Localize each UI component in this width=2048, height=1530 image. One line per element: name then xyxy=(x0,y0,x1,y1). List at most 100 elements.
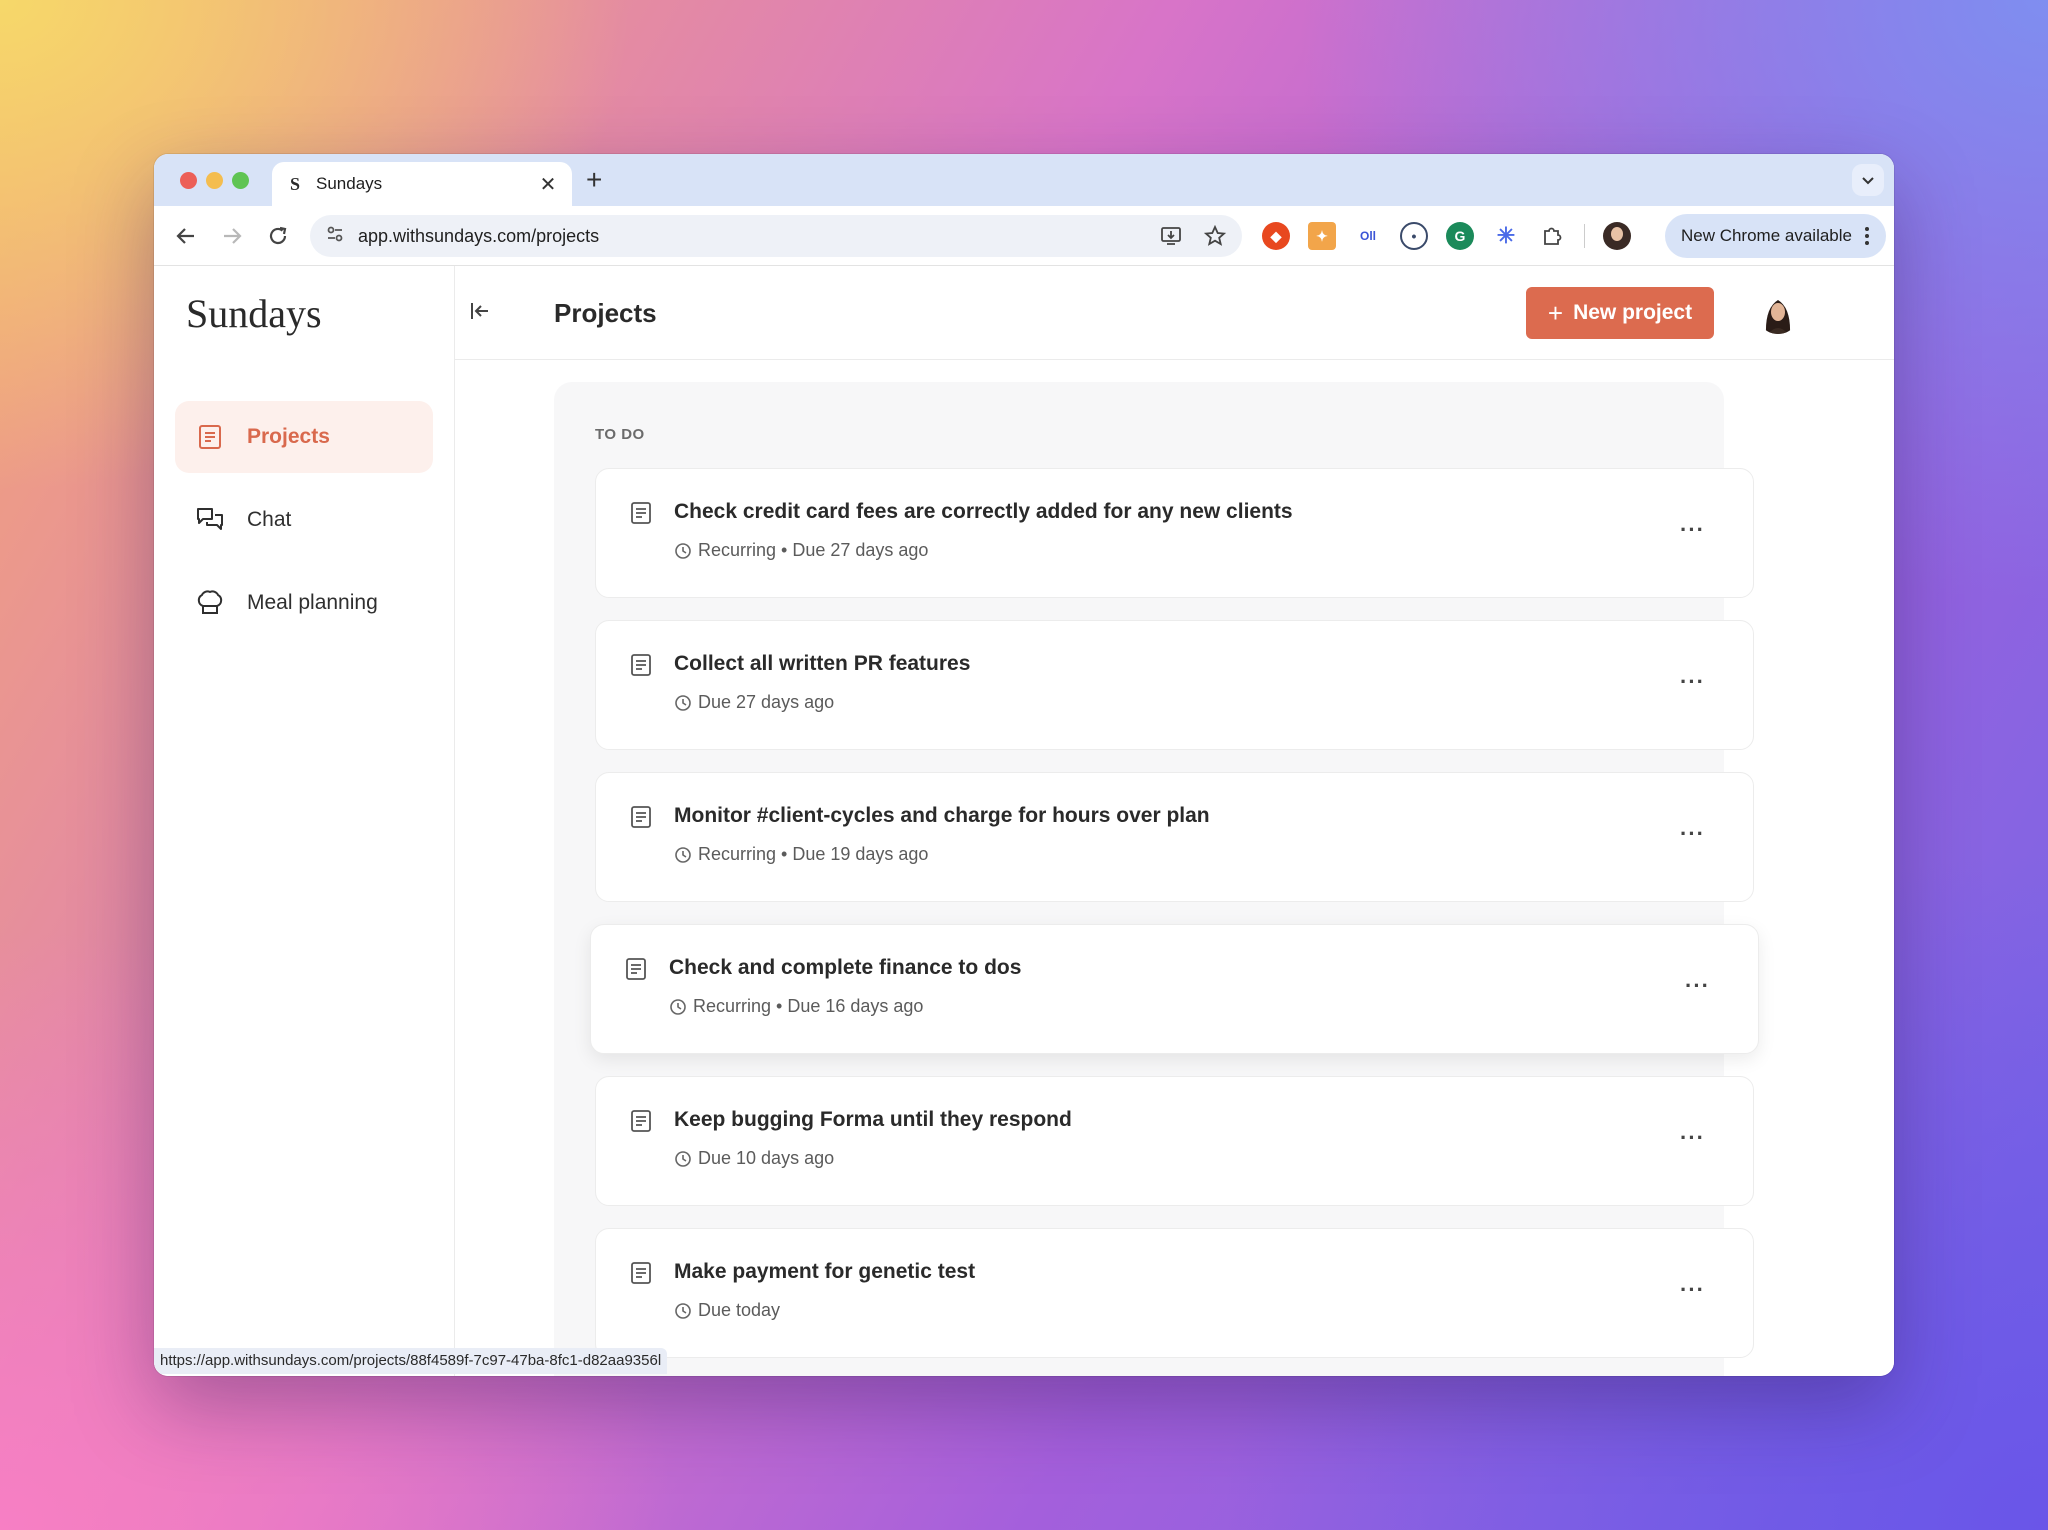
tab-search-button[interactable] xyxy=(1852,164,1884,196)
page-header: Projects + New project xyxy=(455,266,1894,360)
card-menu-button[interactable]: ··· xyxy=(1680,517,1705,543)
card-menu-button[interactable]: ··· xyxy=(1685,973,1710,999)
chat-icon xyxy=(195,505,225,535)
new-project-button[interactable]: + New project xyxy=(1526,287,1714,339)
project-card[interactable]: Monitor #client-cycles and charge for ho… xyxy=(595,772,1754,902)
update-label: New Chrome available xyxy=(1680,226,1852,245)
browser-window: S Sundays ✕ + app.withsundays.com/projec… xyxy=(154,154,1894,1376)
grammarly-icon[interactable]: G xyxy=(1446,222,1474,250)
address-bar[interactable]: app.withsundays.com/projects xyxy=(310,215,1242,257)
sidebar-item-chat[interactable]: Chat xyxy=(175,484,433,556)
browser-toolbar: app.withsundays.com/projects ◆ ✦ Oll • G… xyxy=(154,206,1894,266)
profile-avatar[interactable] xyxy=(1603,222,1631,250)
clock-icon xyxy=(675,542,691,559)
document-icon xyxy=(195,422,225,452)
metamask-icon[interactable]: ✦ xyxy=(1308,222,1336,250)
card-meta: Due today xyxy=(674,1300,780,1321)
card-title: Check credit card fees are correctly add… xyxy=(674,500,1293,523)
extensions-row: ◆ ✦ Oll • G ✳ xyxy=(1262,222,1631,250)
main-content: Projects + New project TO DO Check credi… xyxy=(455,266,1894,1376)
card-meta: Recurring • Due 16 days ago xyxy=(669,996,923,1017)
project-card[interactable]: Keep bugging Forma until they respond Du… xyxy=(595,1076,1754,1206)
collapse-sidebar-button[interactable] xyxy=(469,300,495,326)
card-title: Keep bugging Forma until they respond xyxy=(674,1108,1072,1131)
clock-icon xyxy=(675,1150,691,1167)
card-meta-text: Recurring • Due 19 days ago xyxy=(698,844,929,864)
collapse-sidebar-icon xyxy=(471,303,488,319)
ublock-icon[interactable]: ◆ xyxy=(1262,222,1290,250)
update-chrome-button[interactable]: New Chrome available xyxy=(1664,214,1886,258)
sidebar-item-projects[interactable]: Projects xyxy=(175,401,433,473)
url-text[interactable]: app.withsundays.com/projects xyxy=(358,226,1160,247)
clock-icon xyxy=(675,694,691,711)
clock-icon xyxy=(675,1302,691,1319)
todo-board: TO DO Check credit card fees are correct… xyxy=(554,382,1759,1376)
arrow-left-icon xyxy=(176,228,194,244)
card-title: Check and complete finance to dos xyxy=(669,956,1022,979)
arrow-right-icon xyxy=(224,228,242,244)
minimize-window-button[interactable] xyxy=(206,172,223,189)
card-meta: Due 27 days ago xyxy=(674,692,834,713)
sidebar-item-meal-planning[interactable]: Meal planning xyxy=(175,567,433,639)
clock-icon xyxy=(670,998,686,1015)
document-icon xyxy=(629,1109,653,1133)
page-title: Projects xyxy=(554,298,657,328)
clock-icon xyxy=(675,846,691,863)
reload-icon xyxy=(269,226,287,245)
card-meta-text: Due 10 days ago xyxy=(698,1148,835,1168)
link-status-bar: https://app.withsundays.com/projects/88f… xyxy=(154,1348,668,1374)
user-avatar[interactable] xyxy=(1756,290,1800,334)
maximize-window-button[interactable] xyxy=(232,172,249,189)
browser-tab[interactable]: S Sundays ✕ xyxy=(272,162,572,206)
card-menu-button[interactable]: ··· xyxy=(1680,1277,1705,1303)
document-icon xyxy=(629,501,653,525)
section-label: TO DO xyxy=(595,426,645,443)
sidebar-item-label: Meal planning xyxy=(247,591,378,614)
card-meta-text: Due 27 days ago xyxy=(698,692,835,712)
kebab-menu-icon xyxy=(1865,227,1869,245)
new-project-label: New project xyxy=(1573,301,1693,324)
plus-icon: + xyxy=(1547,297,1564,328)
card-menu-button[interactable]: ··· xyxy=(1680,1125,1705,1151)
project-card[interactable]: Make payment for genetic test Due today … xyxy=(595,1228,1754,1358)
tab-strip: S Sundays ✕ + xyxy=(154,154,1894,206)
reload-button[interactable] xyxy=(264,222,292,250)
card-meta-text: Recurring • Due 27 days ago xyxy=(698,540,929,560)
document-icon xyxy=(624,957,648,981)
project-card[interactable]: Check credit card fees are correctly add… xyxy=(595,468,1754,598)
card-meta: Recurring • Due 19 days ago xyxy=(674,844,928,865)
tab-title: Sundays xyxy=(316,174,383,193)
toolbar-divider xyxy=(1584,224,1585,248)
card-menu-button[interactable]: ··· xyxy=(1680,669,1705,695)
project-card[interactable]: Collect all written PR features Due 27 d… xyxy=(595,620,1754,750)
card-menu-button[interactable]: ··· xyxy=(1680,821,1705,847)
favicon-icon: S xyxy=(289,174,300,194)
chevron-down-icon xyxy=(1862,177,1874,185)
perplexity-icon[interactable]: ✳ xyxy=(1492,222,1520,250)
bookmark-star-icon[interactable] xyxy=(1204,225,1226,247)
card-meta: Due 10 days ago xyxy=(674,1148,834,1169)
document-icon xyxy=(629,1261,653,1285)
back-button[interactable] xyxy=(172,222,200,250)
close-window-button[interactable] xyxy=(180,172,197,189)
close-tab-icon[interactable]: ✕ xyxy=(538,172,558,197)
card-title: Make payment for genetic test xyxy=(674,1260,976,1283)
card-meta-text: Due today xyxy=(698,1300,781,1320)
new-tab-button[interactable]: + xyxy=(586,166,602,194)
site-settings-icon[interactable] xyxy=(326,225,344,248)
brand-logo[interactable]: Sundays xyxy=(186,290,322,337)
card-meta: Recurring • Due 27 days ago xyxy=(674,540,928,561)
install-app-icon[interactable] xyxy=(1160,225,1182,247)
document-icon xyxy=(629,653,653,677)
otter-icon[interactable]: Oll xyxy=(1354,222,1382,250)
forward-button[interactable] xyxy=(218,222,246,250)
project-card[interactable]: Check and complete finance to dos Recurr… xyxy=(590,924,1759,1054)
card-title: Collect all written PR features xyxy=(674,652,971,675)
password-icon[interactable]: • xyxy=(1400,222,1428,250)
card-title: Monitor #client-cycles and charge for ho… xyxy=(674,804,1210,827)
document-icon xyxy=(629,805,653,829)
card-meta-text: Recurring • Due 16 days ago xyxy=(693,996,924,1016)
sidebar-item-label: Chat xyxy=(247,508,292,531)
puzzle-icon[interactable] xyxy=(1538,222,1566,250)
sidebar: Sundays Projects Chat Meal planning xyxy=(154,266,455,1376)
